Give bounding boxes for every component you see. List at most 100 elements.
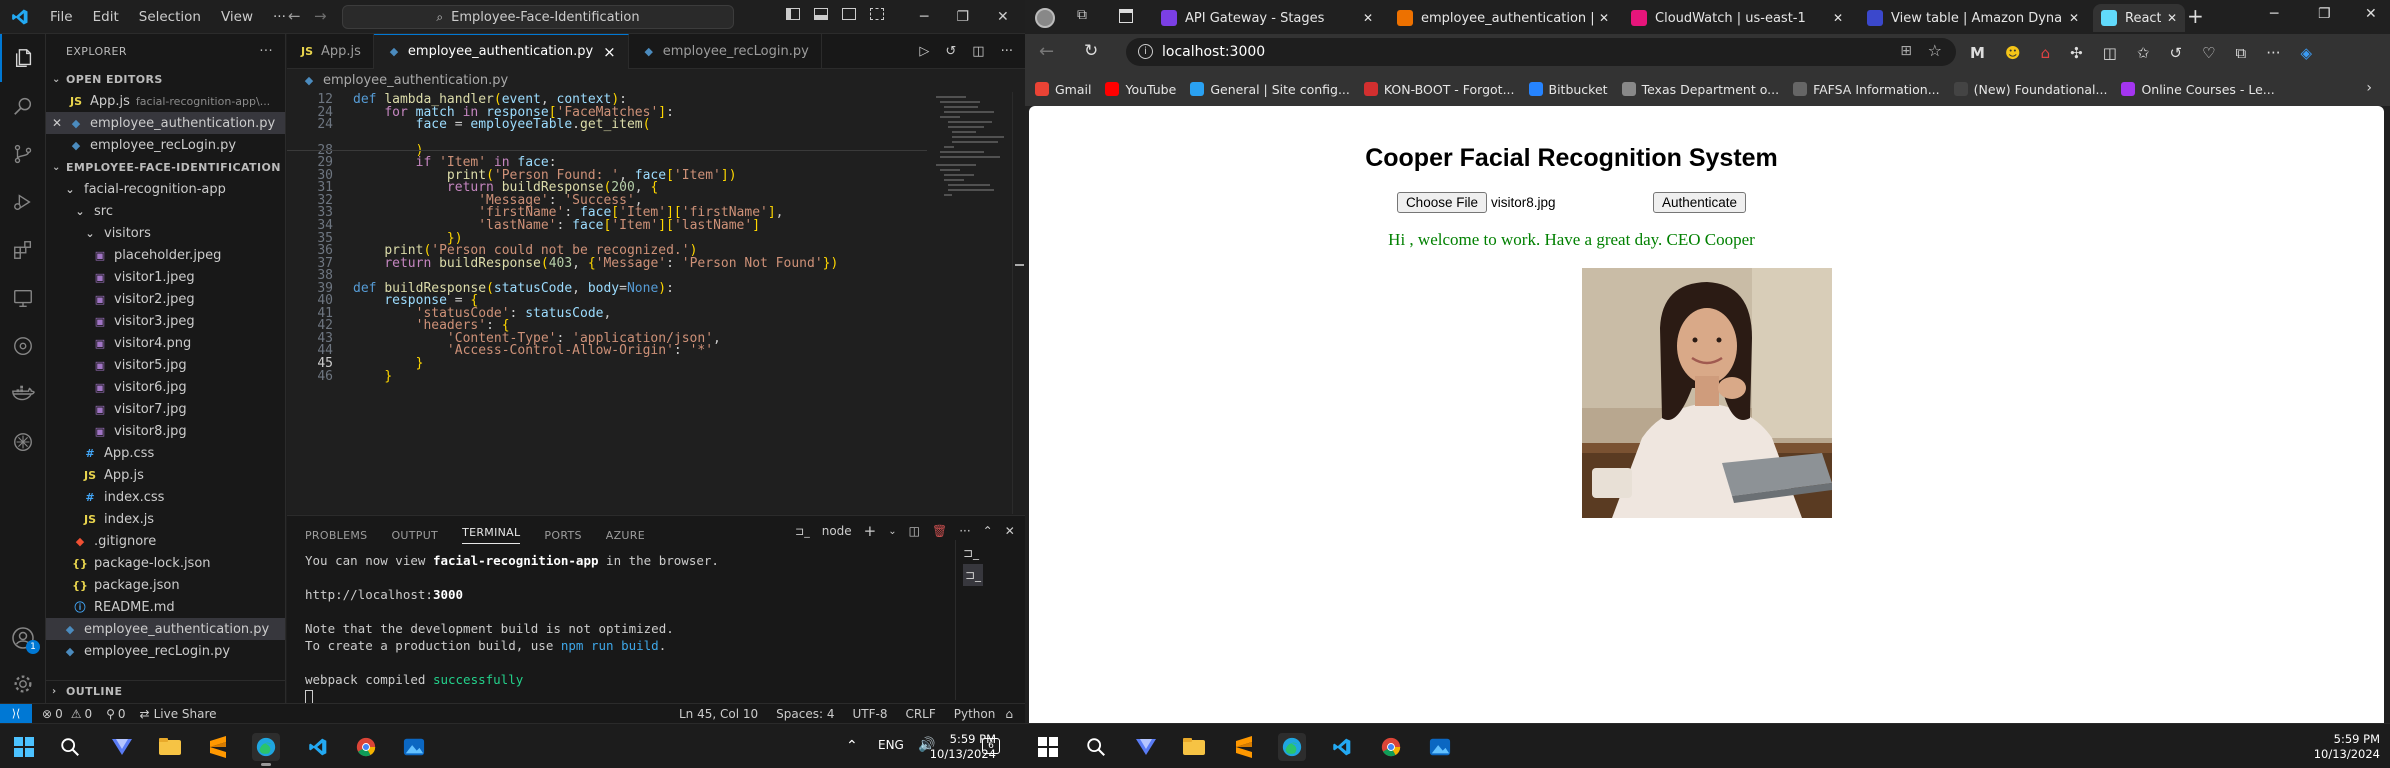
notifications-icon[interactable]: ⌂	[1005, 707, 1013, 721]
menu-edit[interactable]: Edit	[83, 9, 129, 25]
error-icon[interactable]: ⊗	[42, 707, 52, 721]
sublime-text-icon[interactable]	[1230, 733, 1258, 761]
file-item[interactable]: ▣ visitor3.jpeg	[46, 310, 285, 332]
file-item[interactable]: JS index.js	[46, 508, 285, 530]
file-explorer-icon[interactable]	[156, 733, 184, 761]
maximize-panel-icon[interactable]: ⌃	[983, 524, 993, 538]
tab-employee-authentication[interactable]: ◆ employee_authentication.py ×	[373, 33, 629, 69]
tab-close-icon[interactable]: ✕	[2167, 11, 2177, 25]
remote-icon[interactable]: ⟩⟨	[0, 704, 32, 723]
edge-browser-icon[interactable]	[1278, 733, 1306, 761]
authenticate-button[interactable]: Authenticate	[1652, 192, 1747, 213]
minimize-icon[interactable]: ─	[2270, 6, 2278, 22]
tab-azure[interactable]: AZURE	[606, 529, 645, 542]
back-icon[interactable]: ←	[1039, 41, 1054, 62]
chevron-down-icon[interactable]: ⌄	[888, 526, 896, 537]
browser-tab[interactable]: React App ✕	[2093, 4, 2185, 32]
file-item[interactable]: ◆ employee_authentication.py	[46, 618, 285, 640]
tab-ports[interactable]: PORTS	[544, 529, 581, 542]
file-item[interactable]: ▣ visitor7.jpg	[46, 398, 285, 420]
tab-problems[interactable]: PROBLEMS	[305, 529, 367, 542]
open-editor-item-active[interactable]: ✕ ◆ employee_authentication.py	[46, 112, 285, 134]
bookmark-item[interactable]: Bitbucket	[1528, 82, 1608, 97]
vpn-app-icon[interactable]	[1132, 733, 1160, 761]
file-item[interactable]: ◆ employee_recLogin.py	[46, 640, 285, 662]
workspaces-icon[interactable]: ⧉	[1077, 7, 1087, 23]
bookmark-item[interactable]: FAFSA Information...	[1793, 82, 1940, 97]
refresh-icon[interactable]: ↻	[1084, 41, 1098, 61]
tab-output[interactable]: OUTPUT	[391, 529, 438, 542]
timeline-icon[interactable]: ↺	[945, 44, 956, 59]
editor-more-icon[interactable]: ···	[1001, 44, 1013, 59]
code-editor[interactable]: 12 def lambda_handler(event, context): 24 …	[287, 92, 927, 514]
tray-overflow-icon[interactable]: ⌃	[846, 738, 858, 754]
new-terminal-icon[interactable]: +	[864, 522, 877, 540]
split-screen-icon[interactable]: ◫	[2103, 44, 2117, 62]
extensions-icon[interactable]	[0, 226, 46, 274]
vpn-app-icon[interactable]	[108, 733, 136, 761]
sublime-text-icon[interactable]	[204, 733, 232, 761]
explorer-more-icon[interactable]: ···	[259, 44, 273, 59]
favorite-star-icon[interactable]: ☆	[1928, 41, 1942, 60]
warning-icon[interactable]: ⚠	[71, 707, 82, 721]
tab-close-icon[interactable]: ✕	[2069, 11, 2079, 25]
open-editor-item[interactable]: ◆ employee_recLogin.py	[46, 134, 285, 156]
close-icon[interactable]: ✕	[52, 116, 68, 130]
menu-view[interactable]: View	[211, 9, 263, 25]
project-header[interactable]: ⌄ EMPLOYEE-FACE-IDENTIFICATION	[46, 156, 285, 178]
minimap[interactable]	[932, 92, 1012, 212]
bookmark-item[interactable]: Online Courses - Le...	[2121, 82, 2275, 97]
chrome-icon[interactable]	[352, 733, 380, 761]
bookmark-item[interactable]: YouTube	[1105, 82, 1176, 97]
file-item[interactable]: {} package.json	[46, 574, 285, 596]
tab-terminal[interactable]: TERMINAL	[462, 526, 521, 544]
new-tab-icon[interactable]: +	[2187, 4, 2204, 28]
tab-close-icon[interactable]: ✕	[1363, 11, 1373, 25]
outline-header[interactable]: › OUTLINE	[46, 680, 286, 702]
tab-close-icon[interactable]: ✕	[1833, 11, 1843, 25]
indentation[interactable]: Spaces: 4	[776, 707, 834, 721]
file-item[interactable]: # App.css	[46, 442, 285, 464]
collections-icon[interactable]: ⧉	[2235, 44, 2246, 62]
profile-avatar[interactable]	[1035, 8, 1055, 28]
address-bar[interactable]: i localhost:3000 ⊞ ☆	[1126, 38, 1956, 66]
tab-employee-reclogin[interactable]: ◆ employee_recLogin.py	[629, 33, 822, 69]
tab-close-icon[interactable]: ✕	[1599, 11, 1609, 25]
photos-app-icon[interactable]	[1426, 733, 1454, 761]
browser-essentials-icon[interactable]: ♡	[2202, 44, 2215, 62]
search-icon[interactable]	[1082, 733, 1110, 761]
browser-tab[interactable]: employee_authentication | ✕	[1389, 4, 1617, 32]
folder-item[interactable]: ⌄ visitors	[46, 222, 285, 244]
favorites-icon[interactable]: ✩	[2137, 44, 2150, 62]
breadcrumb[interactable]: ◆ employee_authentication.py	[301, 69, 508, 91]
app-available-icon[interactable]: ⊞	[1900, 43, 1912, 59]
explorer-icon[interactable]	[0, 34, 46, 82]
line-ending[interactable]: CRLF	[905, 707, 935, 721]
run-file-icon[interactable]: ▷	[919, 44, 929, 59]
file-item[interactable]: ⓘ README.md	[46, 596, 285, 618]
bookmark-item[interactable]: Gmail	[1035, 82, 1091, 97]
start-icon[interactable]	[10, 733, 38, 761]
info-icon[interactable]: i	[1138, 44, 1153, 59]
panel-more-icon[interactable]: ···	[959, 524, 970, 538]
photos-app-icon[interactable]	[400, 733, 428, 761]
split-editor-icon[interactable]: ◫	[972, 44, 984, 59]
menu-selection[interactable]: Selection	[129, 9, 211, 25]
file-explorer-icon[interactable]	[1180, 733, 1208, 761]
aws-toolkit-icon[interactable]	[0, 418, 46, 466]
file-item[interactable]: ▣ placeholder.jpeg	[46, 244, 285, 266]
bookmarks-overflow-icon[interactable]: ›	[2366, 80, 2372, 96]
vscode-taskbar-icon[interactable]	[1328, 733, 1356, 761]
browser-tab[interactable]: CloudWatch | us-east-1 ✕	[1623, 4, 1851, 32]
nav-back-icon[interactable]: ←	[288, 7, 301, 25]
minimize-icon[interactable]: ─	[920, 9, 928, 25]
file-item[interactable]: ◆ .gitignore	[46, 530, 285, 552]
clock-right[interactable]: 5:59 PM 10/13/2024	[2290, 724, 2380, 768]
browser-tab[interactable]: API Gateway - Stages ✕	[1153, 4, 1381, 32]
tab-app-js[interactable]: JS App.js	[287, 33, 374, 69]
settings-more-icon[interactable]: ···	[2266, 44, 2280, 62]
file-item[interactable]: {} package-lock.json	[46, 552, 285, 574]
live-share-button[interactable]: Live Share	[154, 707, 217, 721]
edge-browser-icon[interactable]	[252, 733, 280, 766]
restore-icon[interactable]: ❐	[2318, 6, 2331, 22]
